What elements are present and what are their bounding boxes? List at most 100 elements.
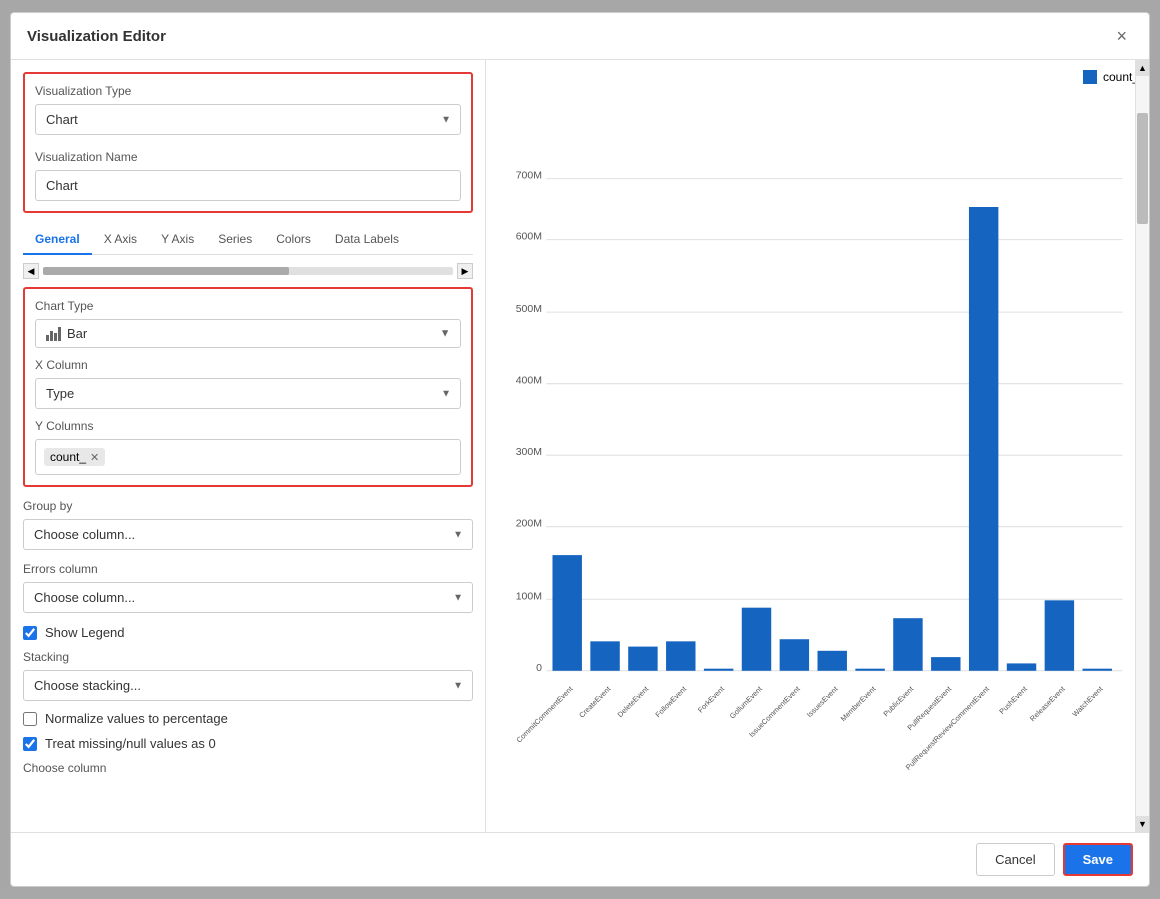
group-by-section: Group by Choose column... [23, 499, 473, 550]
errors-column-label: Errors column [23, 562, 473, 576]
svg-text:ReleaseEvent: ReleaseEvent [1028, 684, 1067, 723]
svg-text:200M: 200M [516, 518, 542, 530]
tab-scroll-row: ◀ ▶ [23, 263, 473, 279]
svg-text:CommitCommentEvent: CommitCommentEvent [514, 684, 574, 744]
chart-settings-section: Chart Type Bar ▼ [23, 287, 473, 487]
svg-text:0: 0 [536, 662, 542, 674]
treat-missing-label: Treat missing/null values as 0 [45, 736, 216, 751]
y-column-tag-label: count_ [50, 450, 86, 464]
group-by-select[interactable]: Choose column... [23, 519, 473, 550]
save-button[interactable]: Save [1063, 843, 1133, 876]
stacking-section: Stacking Choose stacking... [23, 650, 473, 701]
svg-text:500M: 500M [516, 303, 542, 315]
svg-text:600M: 600M [516, 231, 542, 243]
normalize-row: Normalize values to percentage [23, 711, 473, 726]
viz-type-name-section: Visualization Type Chart Visualization N… [23, 72, 473, 213]
svg-text:WatchEvent: WatchEvent [1070, 684, 1104, 718]
svg-text:PullRequestReviewCommentEvent: PullRequestReviewCommentEvent [904, 684, 991, 771]
svg-text:PublicEvent: PublicEvent [881, 684, 915, 718]
modal-title: Visualization Editor [27, 28, 166, 45]
viz-name-input[interactable] [35, 170, 461, 201]
show-legend-checkbox[interactable] [23, 626, 37, 640]
svg-text:ForkEvent: ForkEvent [696, 684, 726, 714]
scrollbar-thumb [1137, 113, 1148, 224]
y-columns-section: Y Columns count_ ✕ [35, 419, 461, 475]
svg-text:300M: 300M [516, 446, 542, 458]
choose-column-label: Choose column [23, 761, 473, 775]
close-button[interactable]: × [1110, 25, 1133, 47]
stacking-select-wrapper: Choose stacking... [23, 670, 473, 701]
errors-column-select-wrapper: Choose column... [23, 582, 473, 613]
left-panel: Visualization Type Chart Visualization N… [11, 60, 486, 832]
svg-text:100M: 100M [516, 590, 542, 602]
svg-text:FollowEvent: FollowEvent [653, 684, 688, 719]
svg-text:400M: 400M [516, 375, 542, 387]
svg-text:GollumEvent: GollumEvent [728, 684, 764, 720]
svg-text:700M: 700M [516, 170, 542, 182]
chart-type-selector[interactable]: Bar ▼ [35, 319, 461, 348]
x-column-select-wrapper: Type [35, 378, 461, 409]
x-column-label: X Column [35, 358, 461, 372]
bar-chart-icon [46, 327, 61, 341]
viz-type-label: Visualization Type [35, 84, 461, 98]
scroll-left-arrow[interactable]: ◀ [23, 263, 39, 279]
tab-yaxis[interactable]: Y Axis [149, 225, 206, 255]
chart-type-label: Chart Type [35, 299, 461, 313]
scroll-right-arrow[interactable]: ▶ [457, 263, 473, 279]
tab-series[interactable]: Series [206, 225, 264, 255]
scrollbar-down-arrow[interactable]: ▼ [1136, 816, 1149, 832]
stacking-select[interactable]: Choose stacking... [23, 670, 473, 701]
scroll-track [43, 267, 453, 275]
errors-column-section: Errors column Choose column... [23, 562, 473, 613]
errors-column-select[interactable]: Choose column... [23, 582, 473, 613]
x-column-section: X Column Type [35, 358, 461, 409]
legend-label: count_ [1103, 70, 1139, 84]
modal-body: Visualization Type Chart Visualization N… [11, 60, 1149, 832]
scrollbar-track [1136, 76, 1149, 816]
chart-type-section: Chart Type Bar ▼ [35, 299, 461, 348]
choose-column-section: Choose column [23, 761, 473, 775]
group-by-label: Group by [23, 499, 473, 513]
chart-type-chevron: ▼ [440, 328, 450, 339]
tab-general[interactable]: General [23, 225, 92, 255]
modal-footer: Cancel Save [11, 832, 1149, 886]
tab-colors[interactable]: Colors [264, 225, 323, 255]
y-column-tag: count_ ✕ [44, 448, 105, 466]
right-panel: count_ 0 100M 200M 300M 400M 500M 600M 7… [486, 60, 1149, 832]
scrollbar-up-arrow[interactable]: ▲ [1136, 60, 1149, 76]
y-column-tag-remove[interactable]: ✕ [90, 451, 99, 464]
svg-text:IssuesEvent: IssuesEvent [805, 684, 840, 719]
show-legend-label: Show Legend [45, 625, 125, 640]
group-by-select-wrapper: Choose column... [23, 519, 473, 550]
show-legend-row: Show Legend [23, 625, 473, 640]
chart-legend: count_ [1083, 70, 1139, 84]
svg-text:MemberEvent: MemberEvent [839, 684, 878, 723]
y-columns-input[interactable]: count_ ✕ [35, 439, 461, 475]
tabs-container: General X Axis Y Axis Series Colors Data… [23, 225, 473, 279]
y-columns-label: Y Columns [35, 419, 461, 433]
cancel-button[interactable]: Cancel [976, 843, 1054, 876]
tab-datalabels[interactable]: Data Labels [323, 225, 411, 255]
svg-text:PushEvent: PushEvent [997, 684, 1029, 716]
right-scrollbar[interactable]: ▲ ▼ [1135, 60, 1149, 832]
x-column-select[interactable]: Type [35, 378, 461, 409]
viz-type-select[interactable]: Chart [35, 104, 461, 135]
normalize-checkbox[interactable] [23, 712, 37, 726]
viz-type-select-wrapper: Chart [35, 104, 461, 135]
tabs-row: General X Axis Y Axis Series Colors Data… [23, 225, 473, 255]
bar-chart-svg: 0 100M 200M 300M 400M 500M 600M 700M [502, 76, 1133, 786]
svg-text:CreateEvent: CreateEvent [577, 684, 612, 719]
svg-text:DeleteEvent: DeleteEvent [616, 684, 651, 719]
scroll-thumb [43, 267, 289, 275]
modal-overlay: Visualization Editor × Visualization Typ… [0, 0, 1160, 899]
visualization-editor-modal: Visualization Editor × Visualization Typ… [10, 12, 1150, 887]
legend-color-box [1083, 70, 1097, 84]
normalize-label: Normalize values to percentage [45, 711, 228, 726]
chart-type-value: Bar [67, 326, 434, 341]
modal-header: Visualization Editor × [11, 13, 1149, 60]
tab-xaxis[interactable]: X Axis [92, 225, 149, 255]
chart-container: 0 100M 200M 300M 400M 500M 600M 700M [502, 76, 1133, 786]
treat-missing-row: Treat missing/null values as 0 [23, 736, 473, 751]
viz-name-label: Visualization Name [35, 150, 461, 164]
treat-missing-checkbox[interactable] [23, 737, 37, 751]
